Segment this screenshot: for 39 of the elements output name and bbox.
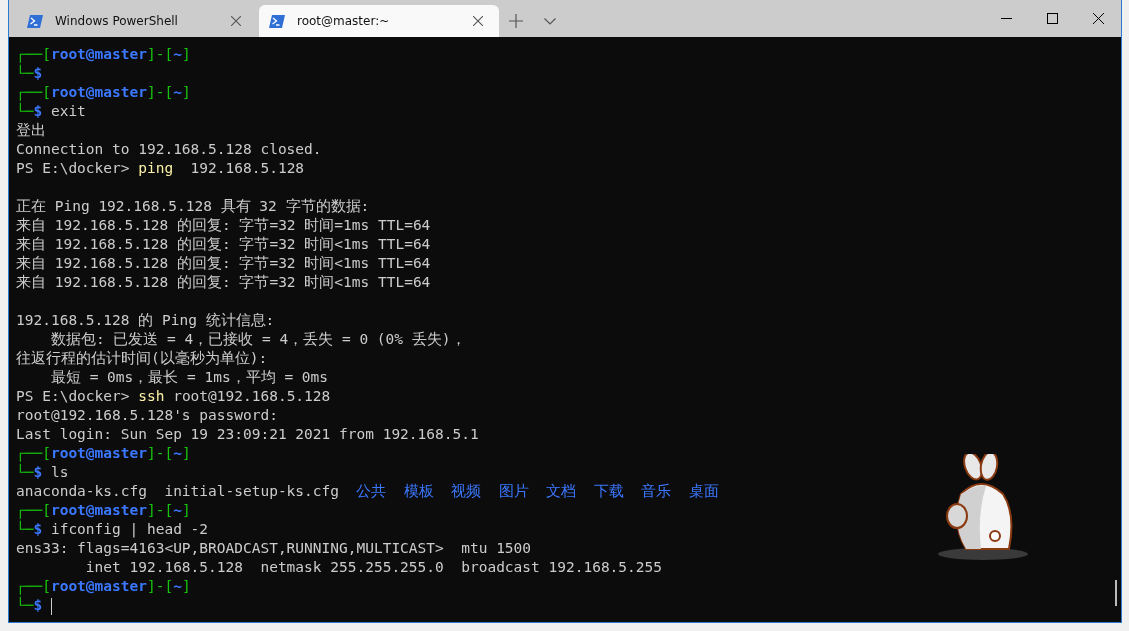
terminal-line: Last login: Sun Sep 19 23:09:21 2021 from 192.168.5.1	[16, 425, 479, 444]
terminal-line: ┌──[root@master]-[~]	[16, 83, 191, 102]
terminal-line: 正在 Ping 192.168.5.128 具有 32 字节的数据:	[16, 197, 370, 216]
terminal-line: 最短 = 0ms，最长 = 1ms，平均 = 0ms	[49, 368, 329, 387]
terminal-line: ┌──[root@master]-[~]	[16, 444, 191, 463]
terminal-line: 数据包: 已发送 = 4，已接收 = 4，丢失 = 0 (0% 丢失)，	[49, 330, 466, 349]
terminal-line: └─$	[16, 64, 43, 83]
scrollbar-thumb[interactable]	[1115, 580, 1117, 606]
terminal-line: 192.168.5.128 的 Ping 统计信息:	[16, 311, 275, 330]
terminal-icon	[269, 14, 285, 28]
close-icon	[231, 16, 241, 26]
terminal-line: ┌──[root@master]-[~]	[16, 577, 191, 596]
terminal-line: root@192.168.5.128's password:	[16, 406, 278, 425]
terminal-line: PS E:\docker> ping 192.168.5.128	[16, 159, 305, 178]
minimize-icon	[1000, 18, 1012, 19]
close-icon	[1092, 13, 1104, 24]
terminal-line: 来自 192.168.5.128 的回复: 字节=32 时间<1ms TTL=64	[16, 235, 431, 254]
terminal-line: └─$ ls	[16, 463, 69, 482]
terminal-line: └─$ ifconfig | head -2	[16, 520, 209, 539]
terminal-line: 登出	[16, 121, 46, 140]
tab[interactable]: root@master:~	[259, 5, 499, 37]
terminal-line: PS E:\docker> ssh root@192.168.5.128	[16, 387, 331, 406]
terminal-line: 来自 192.168.5.128 的回复: 字节=32 时间=1ms TTL=64	[16, 216, 431, 235]
terminal-line: ┌──[root@master]-[~]	[16, 45, 191, 64]
close-icon	[473, 16, 483, 26]
terminal-line: 往返行程的估计时间(以毫秒为单位):	[16, 349, 268, 368]
maximize-icon	[1046, 13, 1058, 24]
terminal-line: 来自 192.168.5.128 的回复: 字节=32 时间<1ms TTL=64	[16, 254, 431, 273]
terminal-line: 来自 192.168.5.128 的回复: 字节=32 时间<1ms TTL=64	[16, 273, 431, 292]
plus-icon	[509, 14, 523, 28]
terminal-line: └─$ exit	[16, 102, 86, 121]
terminal-line: Connection to 192.168.5.128 closed.	[16, 140, 322, 159]
terminal-icon	[27, 14, 43, 28]
chevron-down-icon	[544, 17, 556, 25]
terminal-line: inet 192.168.5.128 netmask 255.255.255.0 broadcast 192.168.5.255	[84, 558, 662, 577]
terminal-line: └─$	[16, 596, 53, 615]
terminal-line: anaconda-ks.cfg initial-setup-ks.cfg 公共 模板 视频 图片 文档 下载 音乐 桌面	[16, 482, 719, 501]
terminal-line: ens33: flags=4163<UP,BROADCAST,RUNNING,MULTICAST> mtu 1500	[16, 539, 532, 558]
terminal-line: ┌──[root@master]-[~]	[16, 501, 191, 520]
